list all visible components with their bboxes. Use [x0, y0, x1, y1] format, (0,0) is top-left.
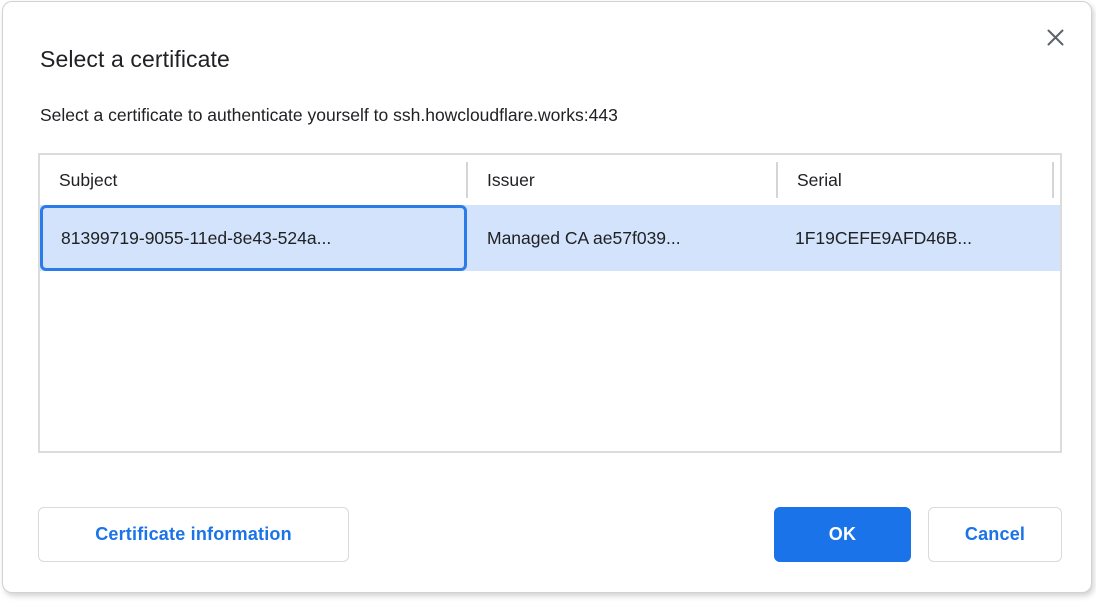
page-title: Select a certificate: [40, 46, 230, 73]
cell-subject: 81399719-9055-11ed-8e43-524a...: [40, 228, 468, 249]
ok-button[interactable]: OK: [774, 507, 911, 562]
certificate-information-button[interactable]: Certificate information: [38, 507, 349, 562]
column-header-subject[interactable]: Subject: [40, 155, 468, 205]
table-row[interactable]: 81399719-9055-11ed-8e43-524a... Managed …: [40, 205, 1060, 271]
close-icon: [1045, 27, 1066, 48]
select-certificate-dialog: Select a certificate Select a certificat…: [2, 1, 1092, 593]
cell-serial: 1F19CEFE9AFD46B...: [778, 228, 1054, 249]
certificate-table: Subject Issuer Serial 81399719-9055-11ed…: [38, 153, 1062, 453]
cancel-button[interactable]: Cancel: [928, 507, 1062, 562]
certificate-dialog-screen: Select a certificate Select a certificat…: [0, 0, 1096, 610]
column-header-serial[interactable]: Serial: [778, 155, 1054, 205]
cell-issuer: Managed CA ae57f039...: [468, 228, 778, 249]
close-button[interactable]: [1043, 25, 1067, 49]
column-header-issuer[interactable]: Issuer: [468, 155, 778, 205]
table-header-row: Subject Issuer Serial: [40, 155, 1060, 205]
dialog-subtitle: Select a certificate to authenticate you…: [40, 105, 618, 126]
